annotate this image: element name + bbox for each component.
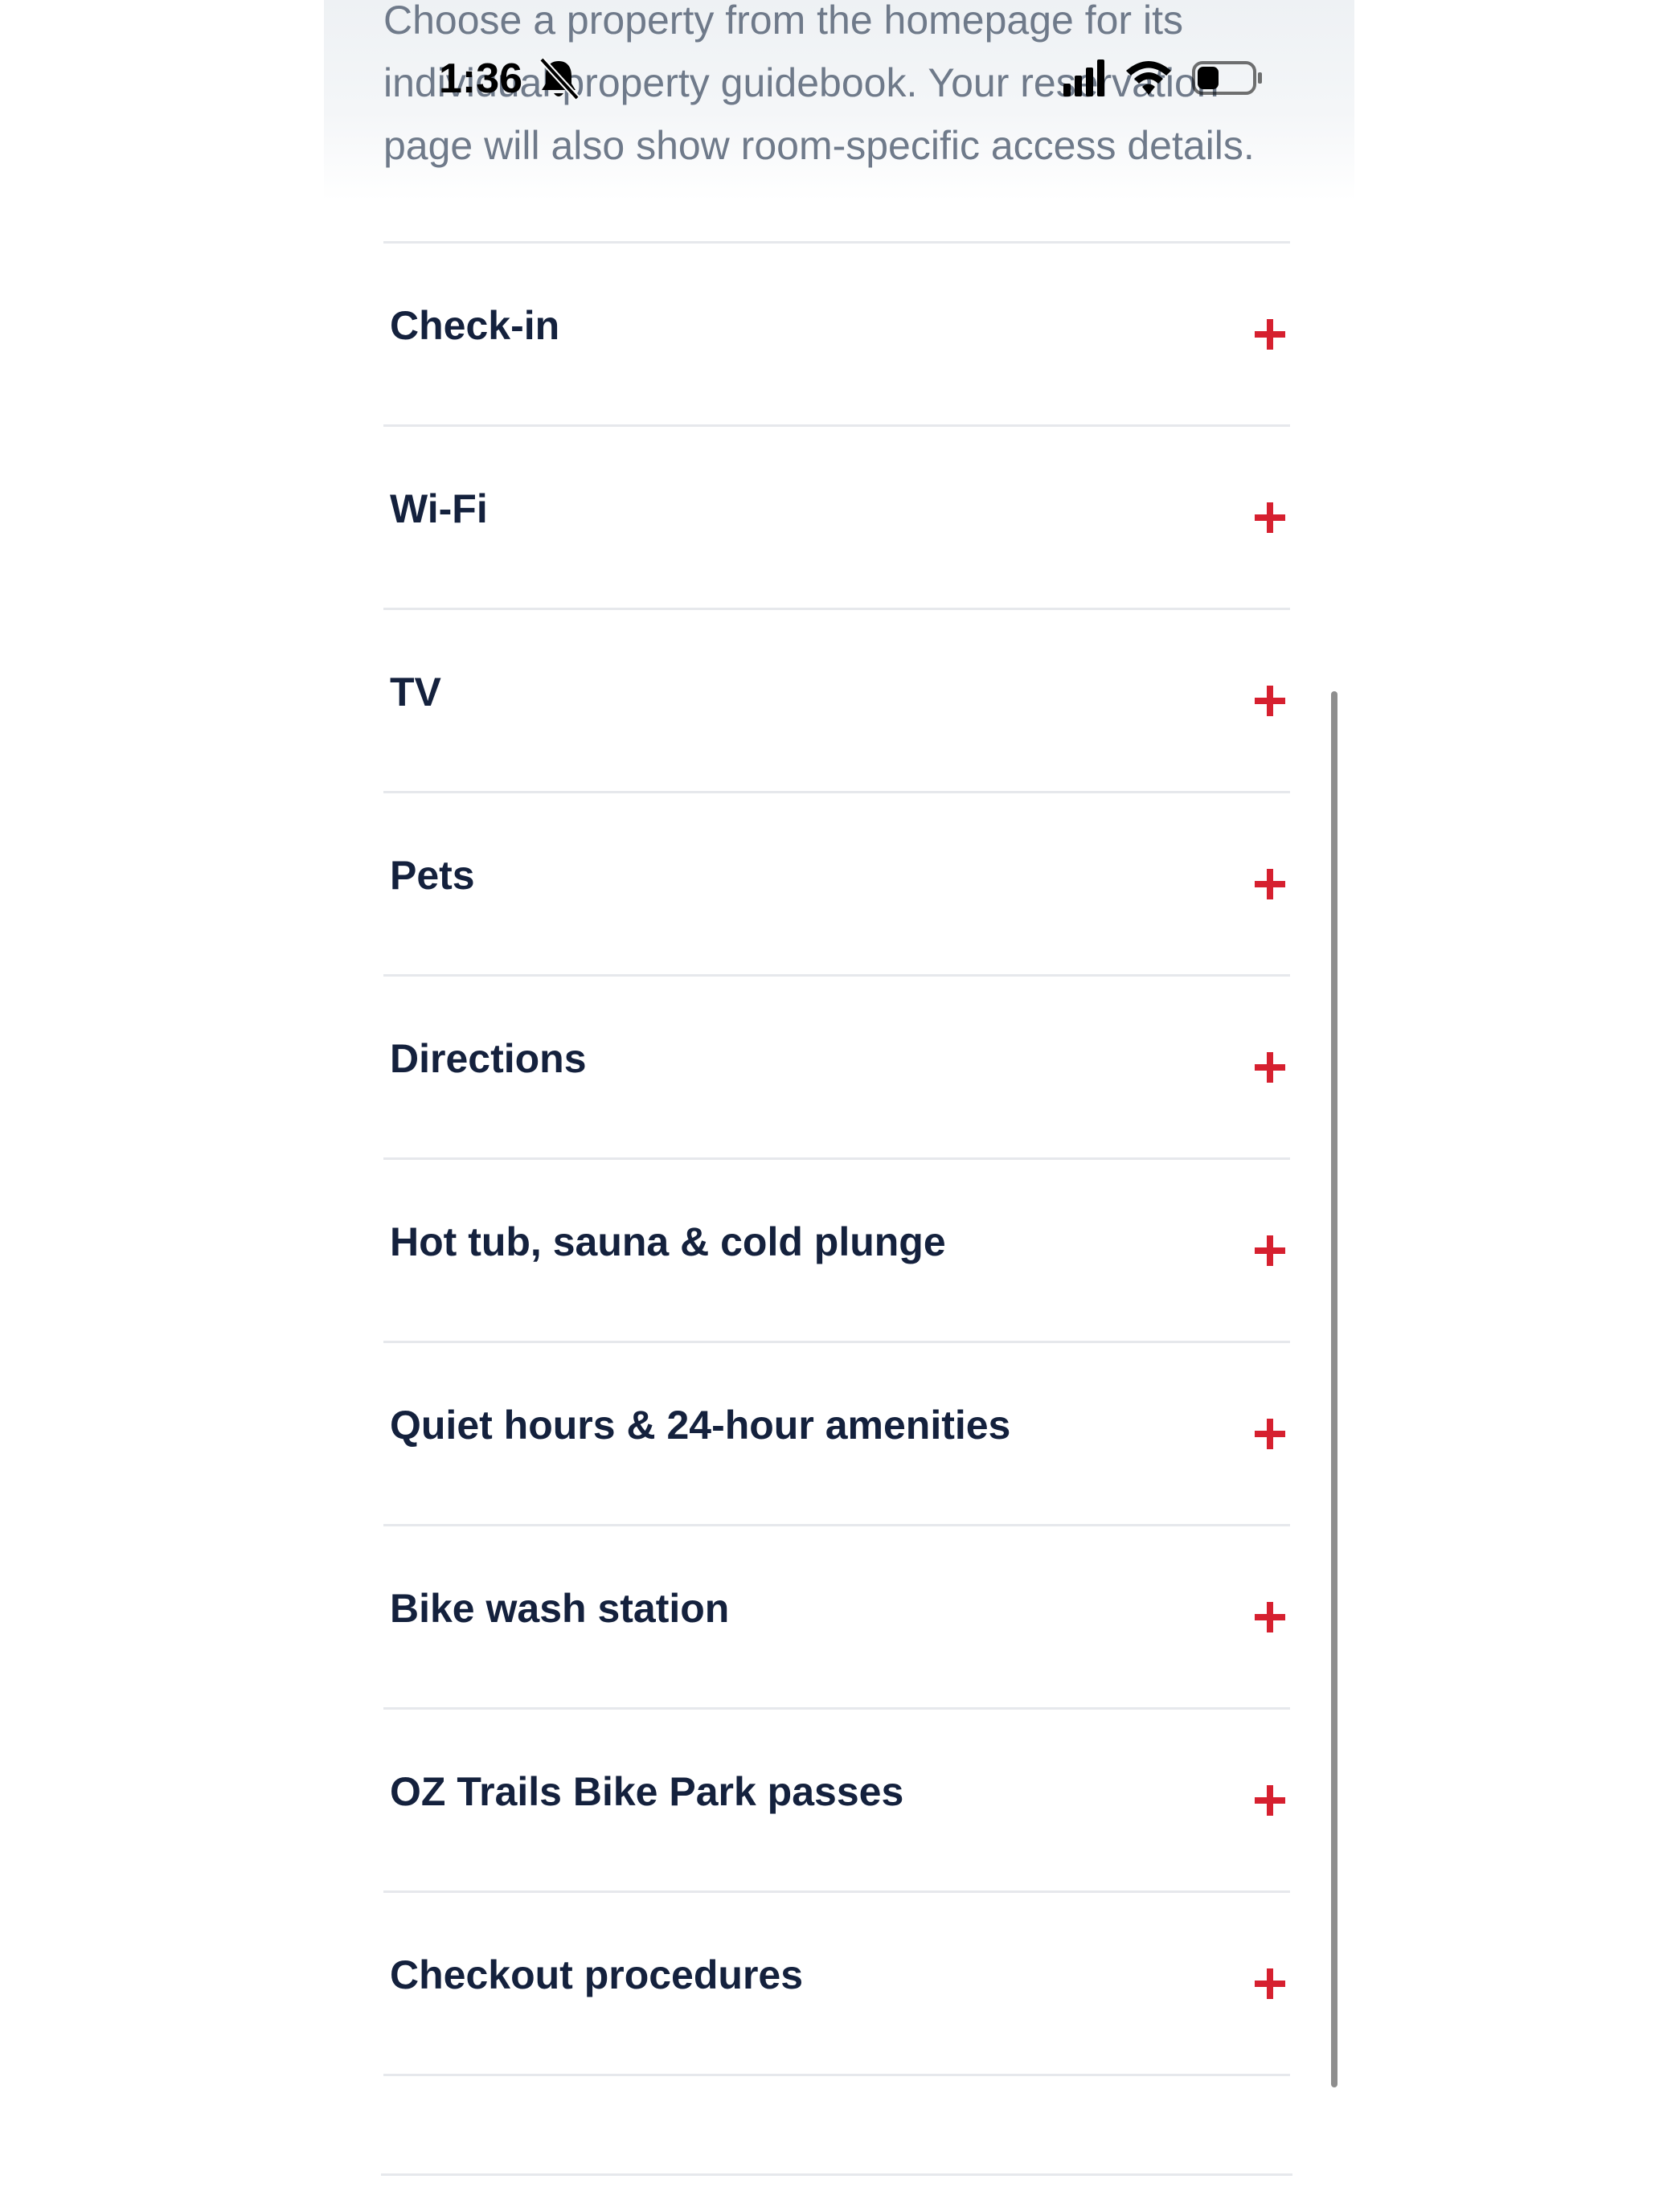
accordion-item-label: Directions xyxy=(390,1036,587,1081)
phone-screen: Choose a property from the homepage for … xyxy=(324,0,1354,2212)
plus-icon[interactable] xyxy=(1255,1968,1285,1999)
signal-icon xyxy=(1063,59,1104,96)
page: Choose a property from the homepage for … xyxy=(0,0,1659,2212)
bell-slash-icon xyxy=(539,57,580,100)
accordion-item-label: Bike wash station xyxy=(390,1586,730,1631)
accordion-item-label: Hot tub, sauna & cold plunge xyxy=(390,1219,946,1264)
accordion-item-label: Check-in xyxy=(390,303,560,348)
scrollbar[interactable] xyxy=(1331,691,1337,2087)
plus-icon[interactable] xyxy=(1255,319,1285,350)
accordion-item-bike-park-passes[interactable]: OZ Trails Bike Park passes xyxy=(383,1710,1290,1893)
accordion-item-wifi[interactable]: Wi-Fi xyxy=(383,427,1290,610)
plus-icon[interactable] xyxy=(1255,502,1285,533)
accordion-item-label: Pets xyxy=(390,853,475,898)
section-divider xyxy=(381,2173,1292,2176)
accordion-item-directions[interactable]: Directions xyxy=(383,977,1290,1160)
accordion-item-label: TV xyxy=(390,670,441,715)
accordion-item-quiet-hours[interactable]: Quiet hours & 24-hour amenities xyxy=(383,1343,1290,1526)
plus-icon[interactable] xyxy=(1255,1052,1285,1083)
accordion-item-hot-tub[interactable]: Hot tub, sauna & cold plunge xyxy=(383,1160,1290,1343)
plus-icon[interactable] xyxy=(1255,1419,1285,1449)
plus-icon[interactable] xyxy=(1255,1235,1285,1266)
accordion-item-check-in[interactable]: Check-in xyxy=(383,244,1290,427)
plus-icon[interactable] xyxy=(1255,1602,1285,1632)
accordion-item-pets[interactable]: Pets xyxy=(383,793,1290,977)
accordion-item-label: Wi-Fi xyxy=(390,486,488,531)
accordion-item-tv[interactable]: TV xyxy=(383,610,1290,793)
status-bar: 1:36 xyxy=(324,47,1354,111)
accordion-item-label: Quiet hours & 24-hour amenities xyxy=(390,1403,1011,1448)
plus-icon[interactable] xyxy=(1255,869,1285,899)
accordion-item-checkout[interactable]: Checkout procedures xyxy=(383,1893,1290,2076)
plus-icon[interactable] xyxy=(1255,1785,1285,1816)
wifi-icon xyxy=(1126,61,1171,95)
accordion-item-label: Checkout procedures xyxy=(390,1952,804,1997)
accordion-item-bike-wash[interactable]: Bike wash station xyxy=(383,1526,1290,1710)
plus-icon[interactable] xyxy=(1255,686,1285,716)
accordion-item-label: OZ Trails Bike Park passes xyxy=(390,1769,904,1814)
status-time: 1:36 xyxy=(439,55,523,102)
battery-icon xyxy=(1192,61,1262,95)
faq-accordion: Check-in Wi-Fi TV Pets Directions Hot tu xyxy=(383,241,1290,2076)
